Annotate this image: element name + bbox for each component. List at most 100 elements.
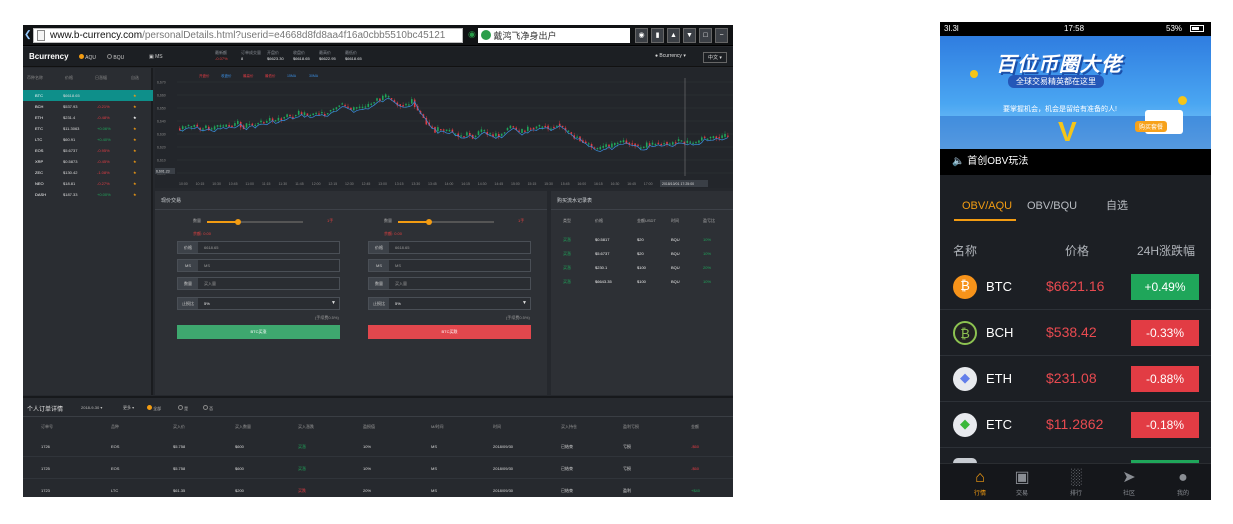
price-field[interactable]: 价格 6618.65 xyxy=(177,241,340,254)
phone-screenshot: 3l.3l 17:58 53% V 百位币圈大佬 全球交易精英都在这里 要掌握机… xyxy=(940,22,1211,500)
coin-row[interactable]: ₿ BTC $6621.16 +0.49% xyxy=(940,264,1211,310)
market-row[interactable]: ETC $11.3063 +0.06% ★ xyxy=(23,123,153,134)
shield-icon[interactable]: ◉ xyxy=(468,29,476,40)
market-row[interactable]: EOS $5.6737 -0.95% ★ xyxy=(23,145,153,156)
candle xyxy=(286,114,288,118)
tabbar-trade[interactable]: ▣ 交易 xyxy=(1002,468,1042,497)
quantity-field[interactable]: 数量 买入量 xyxy=(368,277,531,290)
favorite-star-icon[interactable]: ★ xyxy=(133,178,137,189)
favorite-star-icon[interactable]: ★ xyxy=(133,134,137,145)
market-row[interactable]: NEO $18.81 -0.27% ★ xyxy=(23,178,153,189)
tabbar-me[interactable]: ● 我的 xyxy=(1163,468,1203,497)
candle xyxy=(619,140,622,143)
favorite-star-icon[interactable]: ★ xyxy=(133,189,137,200)
ms-field[interactable]: MS MS xyxy=(368,259,531,272)
user-menu[interactable]: ● Bcurrency ▾ xyxy=(655,53,686,59)
order-col-header: 时间 xyxy=(493,424,501,429)
interval-select[interactable]: ▣ MS xyxy=(149,54,163,60)
market-row[interactable]: BCH $537.93 -0.21% ★ xyxy=(23,101,153,112)
site-logo[interactable]: Bcurrency xyxy=(29,52,69,61)
back-arrow-icon[interactable]: ❮ xyxy=(24,29,32,40)
coin-name: ETC xyxy=(986,417,1012,432)
candle xyxy=(219,125,222,127)
quantity-field[interactable]: 数量 买入量 xyxy=(177,277,340,290)
market-row[interactable]: XRP $0.5873 -0.45% ★ xyxy=(23,156,153,167)
filter-no[interactable]: 否 xyxy=(203,405,213,412)
trade-button[interactable]: BTC买涨 xyxy=(177,325,340,339)
slider-knob[interactable] xyxy=(235,219,241,225)
tool-button-4[interactable]: ▼ xyxy=(683,28,696,43)
coin-price: $5.6737 xyxy=(63,148,78,153)
tool-button-5[interactable]: □ xyxy=(699,28,712,43)
order-col-header: 品种 xyxy=(111,424,119,429)
date-filter[interactable]: 2018-9-30 ▾ xyxy=(81,405,102,410)
candle xyxy=(364,106,367,108)
favorite-star-icon[interactable]: ★ xyxy=(133,90,137,101)
tab-obv-aqu[interactable]: OBV/AQU xyxy=(962,192,1012,220)
tool-button-1[interactable]: ◉ xyxy=(635,28,648,43)
browser-search-box[interactable]: 戴鸿飞净身出户 xyxy=(478,28,630,43)
favorite-star-icon[interactable]: ★ xyxy=(133,101,137,112)
price-field[interactable]: 价格 6618.65 xyxy=(368,241,531,254)
order-col-header: 盈损值 xyxy=(363,424,375,429)
tabbar-market[interactable]: ⌂ 行情 xyxy=(960,468,1000,497)
tool-button-3[interactable]: ▲ xyxy=(667,28,680,43)
col-change: 24H涨跌幅 xyxy=(1137,244,1196,258)
ticker-item: 最低价 $6618.65 xyxy=(345,50,362,61)
market-row[interactable]: ETH $231.4 -0.48% ★ xyxy=(23,112,153,123)
notice-bar[interactable]: 🔈 首创OBV玩法 xyxy=(940,149,1211,175)
slider-knob[interactable] xyxy=(426,219,432,225)
candle xyxy=(489,133,491,135)
tabbar-ranking[interactable]: ░ 排行 xyxy=(1056,468,1096,497)
favorite-star-icon[interactable]: ★ xyxy=(133,123,137,134)
kline-chart[interactable]: 开盘价 收盘价 最高价 最低价 15MA 30MA 6,670 6,660 6,650 6,64… xyxy=(155,68,733,188)
coin-row[interactable]: ◆ ETH $231.08 -0.88% xyxy=(940,356,1211,402)
radio-bqu[interactable]: BQU xyxy=(107,54,124,61)
radio-aqu[interactable]: AQU xyxy=(79,54,96,61)
address-bar[interactable]: www.b-currency.com/personalDetails.html?… xyxy=(33,28,463,43)
candle xyxy=(480,129,483,132)
type-filter[interactable]: 更多 ▾ xyxy=(123,405,134,411)
banner-cta[interactable]: 购买套餐 xyxy=(1135,121,1168,132)
candle xyxy=(703,136,706,138)
stream-type: 买涨 xyxy=(563,251,571,256)
quantity-slider[interactable] xyxy=(398,219,494,225)
promo-banner[interactable]: V 百位币圈大佬 全球交易精英都在这里 要掌握机会，机会是留给有准备的人! 购买… xyxy=(940,36,1211,149)
favorite-star-icon[interactable]: ★ xyxy=(133,167,137,178)
market-row[interactable]: BTC $6618.65 ★ xyxy=(23,90,153,101)
stoploss-select[interactable]: 止损比 5% ▼ xyxy=(177,297,340,310)
x-tick-label: 16:15 xyxy=(594,182,603,186)
order-col-header: 买入价 xyxy=(173,424,185,429)
favorite-star-icon[interactable]: ★ xyxy=(133,145,137,156)
tool-button-6[interactable]: − xyxy=(715,28,728,43)
ms-field[interactable]: MS MS xyxy=(177,259,340,272)
filter-yes[interactable]: 是 xyxy=(178,405,188,412)
favorite-star-icon[interactable]: ★ xyxy=(133,112,137,123)
filter-all[interactable]: 全部 xyxy=(147,405,161,412)
tabbar-community[interactable]: ➤ 社区 xyxy=(1109,468,1149,497)
y-tick-label: 6,610 xyxy=(157,159,166,163)
coin-row[interactable]: ₿ BCH $538.42 -0.33% xyxy=(940,310,1211,356)
status-bar: 3l.3l 17:58 53% xyxy=(940,22,1211,36)
tab-obv-bqu[interactable]: OBV/BQU xyxy=(1027,192,1077,220)
language-select[interactable]: 中文 ▾ xyxy=(703,52,727,63)
stream-type: 买涨 xyxy=(563,265,571,270)
market-row[interactable]: DASH $187.33 +0.00% ★ xyxy=(23,189,153,200)
candle xyxy=(309,115,312,117)
market-row[interactable]: ZEC $130.42 -1.08% ★ xyxy=(23,167,153,178)
tab-favorites[interactable]: 自选 xyxy=(1106,192,1128,220)
tool-button-2[interactable]: ▮ xyxy=(651,28,664,43)
bitcoin-icon: ₿ xyxy=(953,275,977,299)
quantity-slider[interactable] xyxy=(207,219,303,225)
browser-toolbar: ❮ www.b-currency.com/personalDetails.htm… xyxy=(23,25,733,46)
stoploss-select[interactable]: 止损比 5% ▼ xyxy=(368,297,531,310)
order-col-header: 盈利亏损 xyxy=(623,424,639,429)
favorite-star-icon[interactable]: ★ xyxy=(133,156,137,167)
candle xyxy=(689,141,691,143)
candle xyxy=(384,94,387,98)
candle xyxy=(315,112,317,114)
coin-row[interactable]: ◆ ETC $11.2862 -0.18% xyxy=(940,402,1211,448)
trade-button[interactable]: BTC买跌 xyxy=(368,325,531,339)
market-row[interactable]: LTC $60.91 +0.40% ★ xyxy=(23,134,153,145)
candle xyxy=(257,123,259,125)
